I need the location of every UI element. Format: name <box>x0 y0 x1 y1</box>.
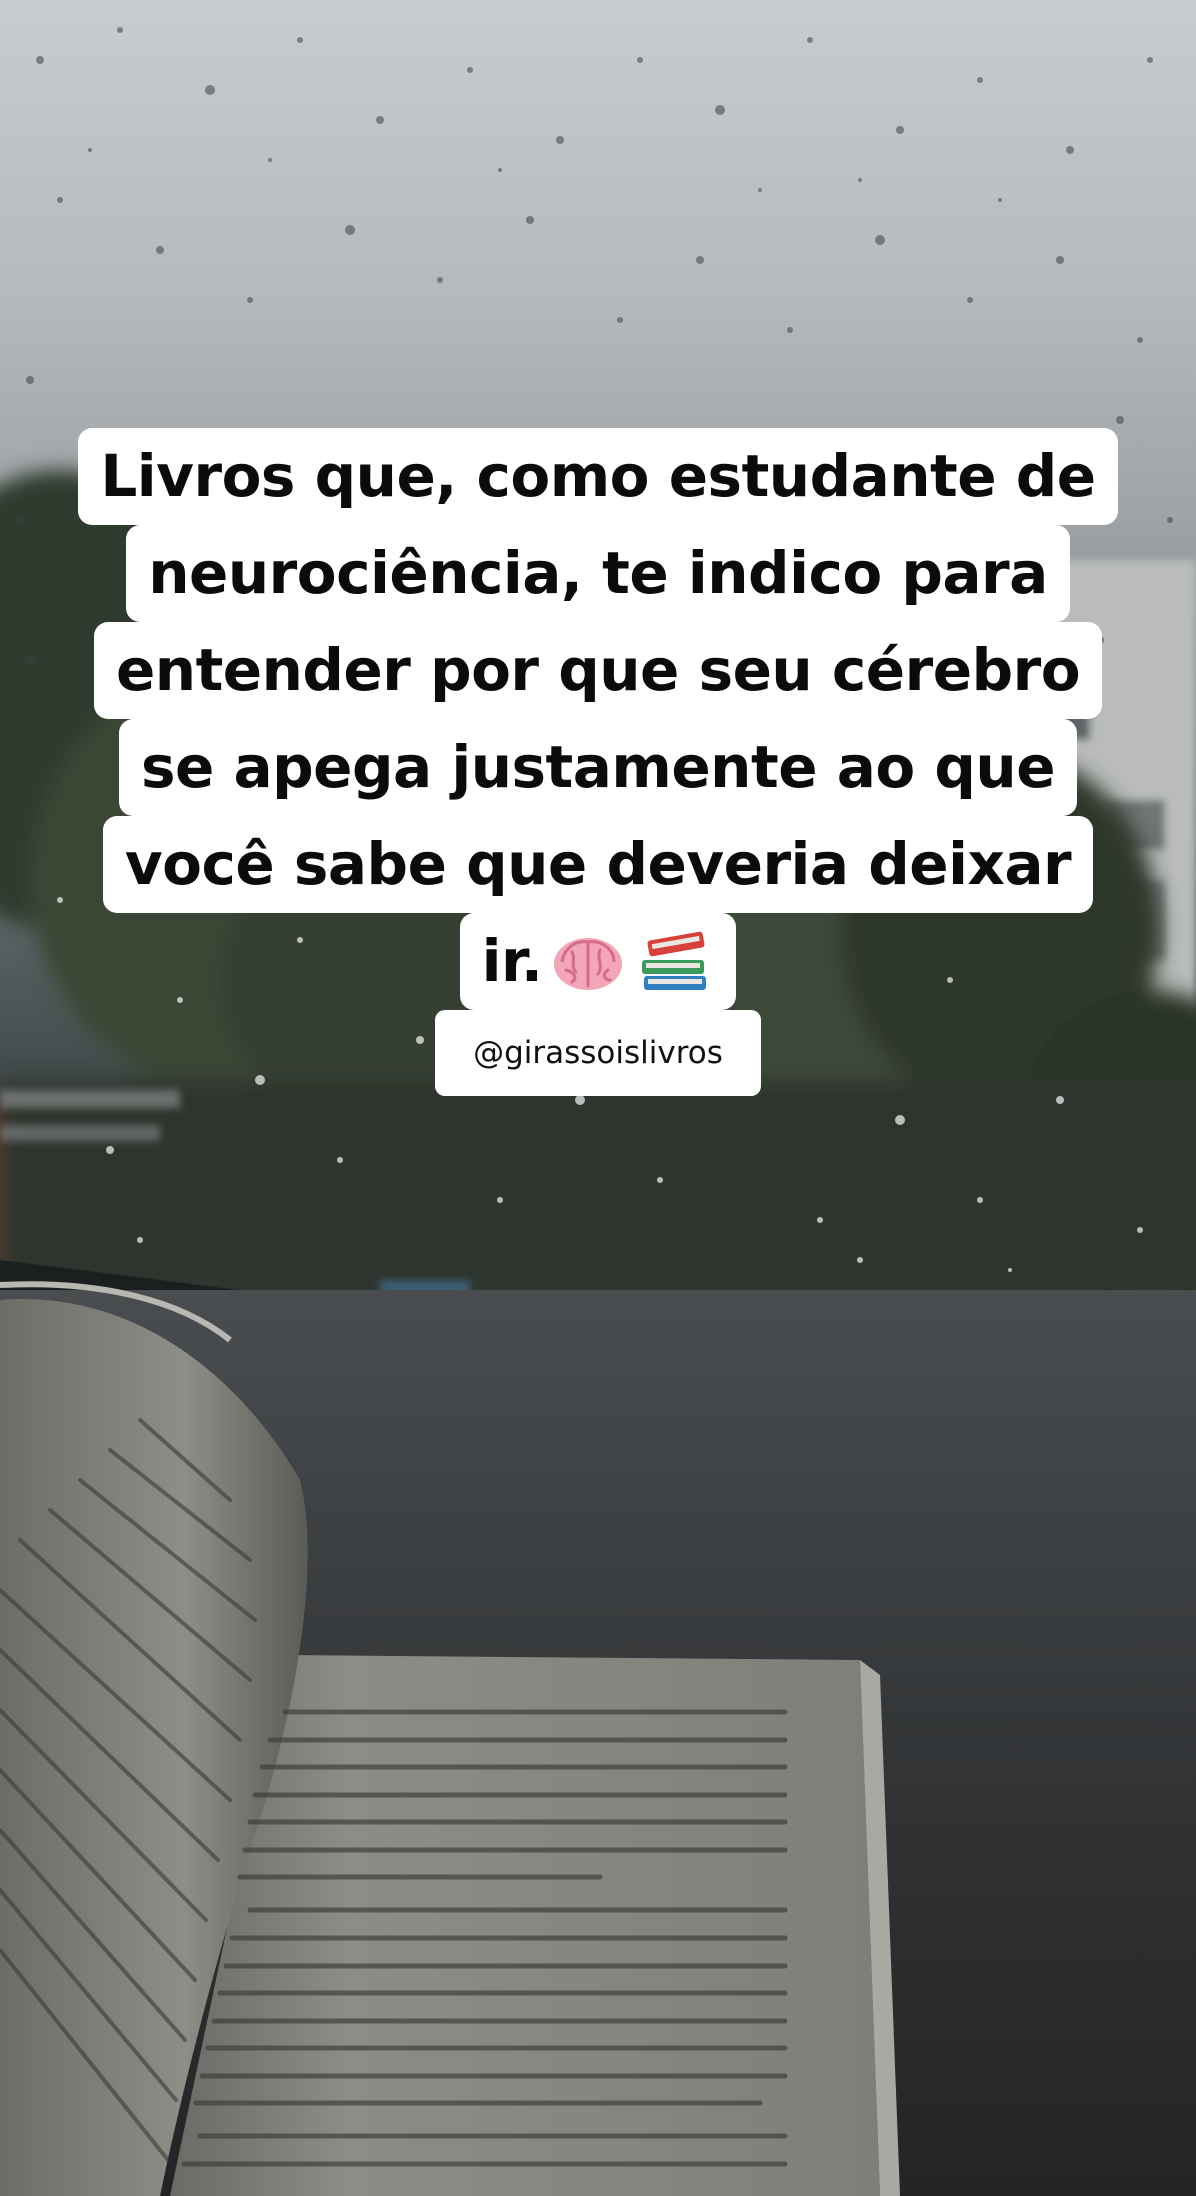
books-emoji-icon <box>642 931 707 990</box>
brain-emoji-icon <box>554 937 623 990</box>
account-handle: @girassoislivros <box>435 1010 761 1096</box>
caption-line-1: Livros que, como estudante de <box>78 428 1118 525</box>
photo-scene: Livros que, como estudante de neurociênc… <box>0 0 1196 2196</box>
caption-line-2: neurociência, te indico para <box>126 525 1070 622</box>
caption-overlay: Livros que, como estudante de neurociênc… <box>0 428 1196 1096</box>
caption-line-5: você sabe que deveria deixar <box>102 816 1094 913</box>
caption-line-4: se apega justamente ao que <box>118 719 1078 816</box>
caption-line-6: ir. <box>459 913 737 1010</box>
caption-line-3: entender por que seu cérebro <box>93 622 1103 719</box>
open-book <box>0 1281 900 2196</box>
caption-line-6-text: ir. <box>481 927 543 995</box>
